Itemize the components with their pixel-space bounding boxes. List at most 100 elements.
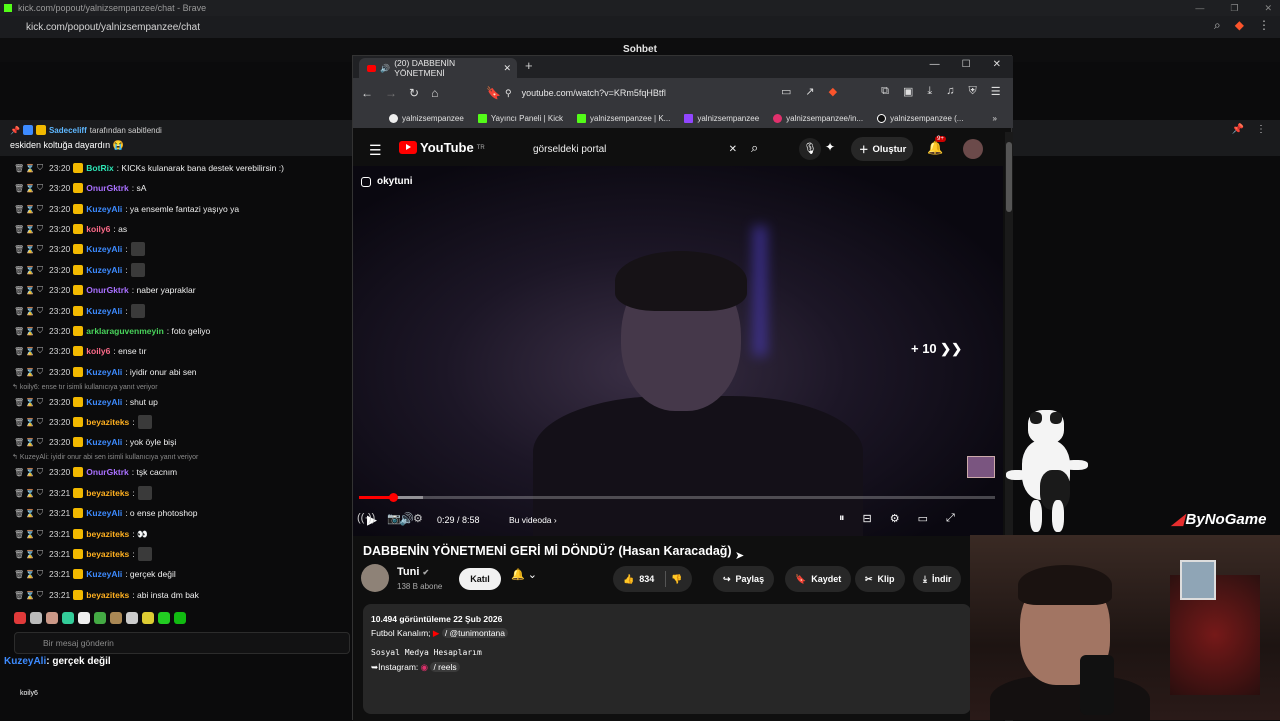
message-user[interactable]: KuzeyAli [86, 437, 122, 447]
timeout-icon[interactable]: ⌛ [25, 398, 35, 407]
maximize-icon[interactable]: ☐ [962, 59, 971, 70]
download-icon[interactable]: ⤓ [927, 85, 932, 98]
settings-icon[interactable]: ⚙ [890, 512, 900, 525]
emote-icon[interactable] [62, 612, 74, 624]
ban-icon[interactable]: ⛉ [36, 549, 44, 559]
restore-icon[interactable]: ❐ [1230, 3, 1238, 14]
search-input[interactable]: görseldeki portal ✕ [525, 137, 745, 161]
ban-icon[interactable]: ⛉ [36, 529, 44, 539]
menu-icon[interactable]: ⋮ [1258, 18, 1270, 33]
delete-icon[interactable]: 🗑 [14, 307, 24, 316]
timeout-icon[interactable]: ⌛ [25, 245, 35, 254]
emote-icon[interactable] [126, 612, 138, 624]
ban-icon[interactable]: ⛉ [36, 508, 44, 518]
chat-message[interactable]: 🗑 ⌛ ⛉ 23:20 KuzeyAli: [14, 241, 145, 257]
chat-message[interactable]: 🗑 ⌛ ⛉ 23:20 KuzeyAli: ya ensemle fantazi yaş… [14, 201, 239, 217]
timeout-icon[interactable]: ⌛ [25, 266, 35, 275]
emote-icon[interactable] [158, 612, 170, 624]
bookmark-item[interactable]: Yayıncı Paneli | Kick [477, 113, 563, 123]
chat-message[interactable]: 🗑 ⌛ ⛉ 23:21 beyaziteks: [14, 485, 152, 501]
chat-message[interactable]: 🗑 ⌛ ⛉ 23:20 KuzeyAli: yok öyle bişi [14, 434, 176, 450]
share-button[interactable]: ↪ Paylaş [713, 566, 775, 592]
save-button[interactable]: 🔖 Kaydet [785, 566, 852, 592]
scrubber-handle[interactable] [389, 493, 399, 502]
chat-message[interactable]: 🗑 ⌛ ⛉ 23:21 KuzeyAli: o ense photoshop [14, 505, 198, 521]
delete-icon[interactable]: 🗑 [14, 184, 24, 193]
chat-input[interactable]: Bir mesaj gönderin [14, 632, 350, 654]
chat-message[interactable]: 🗑 ⌛ ⛉ 23:20 arklaraguvenmeyin: foto geliyo [14, 323, 210, 339]
message-user[interactable]: KuzeyAli [86, 367, 122, 377]
ban-icon[interactable]: ⛉ [36, 204, 44, 214]
ban-icon[interactable]: ⛉ [36, 590, 44, 600]
delete-icon[interactable]: 🗑 [14, 225, 24, 234]
delete-icon[interactable]: 🗑 [14, 368, 24, 377]
delete-icon[interactable]: 🗑 [14, 530, 24, 539]
back-icon[interactable]: ← [361, 86, 373, 100]
message-user[interactable]: BotRix [86, 163, 113, 173]
cast-icon[interactable]: ▭ [781, 85, 791, 98]
ban-icon[interactable]: ⛉ [36, 265, 44, 275]
ban-icon[interactable]: ⛉ [36, 244, 44, 254]
message-user[interactable]: KuzeyAli [86, 306, 122, 316]
delete-icon[interactable]: 🗑 [14, 245, 24, 254]
ban-icon[interactable]: ⛉ [36, 437, 44, 447]
desc-link-1[interactable]: / @tunimontana [441, 628, 508, 638]
tab-close-icon[interactable]: ✕ [503, 63, 511, 74]
timeout-icon[interactable]: ⌛ [25, 550, 35, 559]
message-user[interactable]: arklaraguvenmeyin [86, 326, 163, 336]
chat-message[interactable]: 🗑 ⌛ ⛉ 23:20 OnurGktrk: tşk cacnım [14, 464, 177, 480]
clip-button[interactable]: ✂ Klip [855, 566, 905, 592]
search-icon[interactable]: ⌕ [751, 140, 758, 156]
emote-icon[interactable] [130, 242, 145, 256]
more-bookmarks-icon[interactable]: » [993, 114, 997, 123]
brave-shield-icon[interactable]: ◆ [829, 85, 837, 98]
timeout-icon[interactable]: ⌛ [25, 184, 35, 193]
scrollbar-thumb[interactable] [1006, 142, 1012, 212]
message-user[interactable]: KuzeyAli [86, 204, 122, 214]
timeout-icon[interactable]: ⌛ [25, 509, 35, 518]
subtitles-icon[interactable]: ⊟ [863, 512, 872, 525]
emote-icon[interactable] [137, 547, 152, 561]
gemini-icon[interactable]: ✦ [825, 140, 835, 154]
message-user[interactable]: KuzeyAli [86, 569, 122, 579]
theater-icon[interactable]: ▭ [918, 512, 928, 525]
outer-address-bar[interactable]: kick.com/popout/yalnizsempanzee/chat [0, 16, 1280, 38]
message-user[interactable]: beyaziteks [86, 590, 129, 600]
chat-message[interactable]: 🗑 ⌛ ⛉ 23:21 beyaziteks: 👀 [14, 526, 148, 542]
timeout-icon[interactable]: ⌛ [25, 468, 35, 477]
chat-message[interactable]: 🗑 ⌛ ⛉ 23:20 KuzeyAli: [14, 262, 145, 278]
bookmark-item[interactable]: yalnizsempanzee/in... [773, 113, 863, 123]
emote-icon[interactable] [46, 612, 58, 624]
timeout-icon[interactable]: ⌛ [25, 225, 35, 234]
delete-icon[interactable]: 🗑 [14, 286, 24, 295]
minimize-icon[interactable]: — [1195, 3, 1204, 13]
delete-icon[interactable]: 🗑 [14, 438, 24, 447]
channel-avatar[interactable] [361, 564, 389, 592]
clear-search-icon[interactable]: ✕ [729, 144, 737, 155]
timeout-icon[interactable]: ⌛ [25, 347, 35, 356]
timeout-icon[interactable]: ⌛ [25, 438, 35, 447]
forward-icon[interactable]: → [385, 86, 397, 100]
delete-icon[interactable]: 🗑 [14, 489, 24, 498]
hamburger-icon[interactable]: ☰ [991, 85, 1001, 98]
share-icon[interactable]: ↗ [805, 85, 814, 98]
emote-icon[interactable] [110, 612, 122, 624]
delete-icon[interactable]: 🗑 [14, 468, 24, 477]
timeout-icon[interactable]: ⌛ [25, 164, 35, 173]
avatar[interactable] [963, 139, 983, 159]
ban-icon[interactable]: ⛉ [36, 467, 44, 477]
delete-icon[interactable]: 🗑 [14, 205, 24, 214]
timeout-icon[interactable]: ⌛ [25, 489, 35, 498]
reload-icon[interactable]: ↻ [409, 86, 419, 100]
emote-icon[interactable] [30, 612, 42, 624]
gear-icon[interactable]: ⚙ [413, 512, 423, 525]
chat-message[interactable]: 🗑 ⌛ ⛉ 23:20 KuzeyAli: [14, 303, 145, 319]
emote-icon[interactable] [142, 612, 154, 624]
guide-menu-icon[interactable]: ☰ [369, 142, 382, 159]
bookmark-item[interactable]: yalnizsempanzee | K... [577, 113, 670, 123]
delete-icon[interactable]: 🗑 [14, 550, 24, 559]
bookmark-icon[interactable]: 🔖 [486, 86, 501, 100]
ban-icon[interactable]: ⛉ [36, 367, 44, 377]
desc-link-3[interactable]: / reels [430, 662, 460, 672]
message-user[interactable]: KuzeyAli [86, 244, 122, 254]
